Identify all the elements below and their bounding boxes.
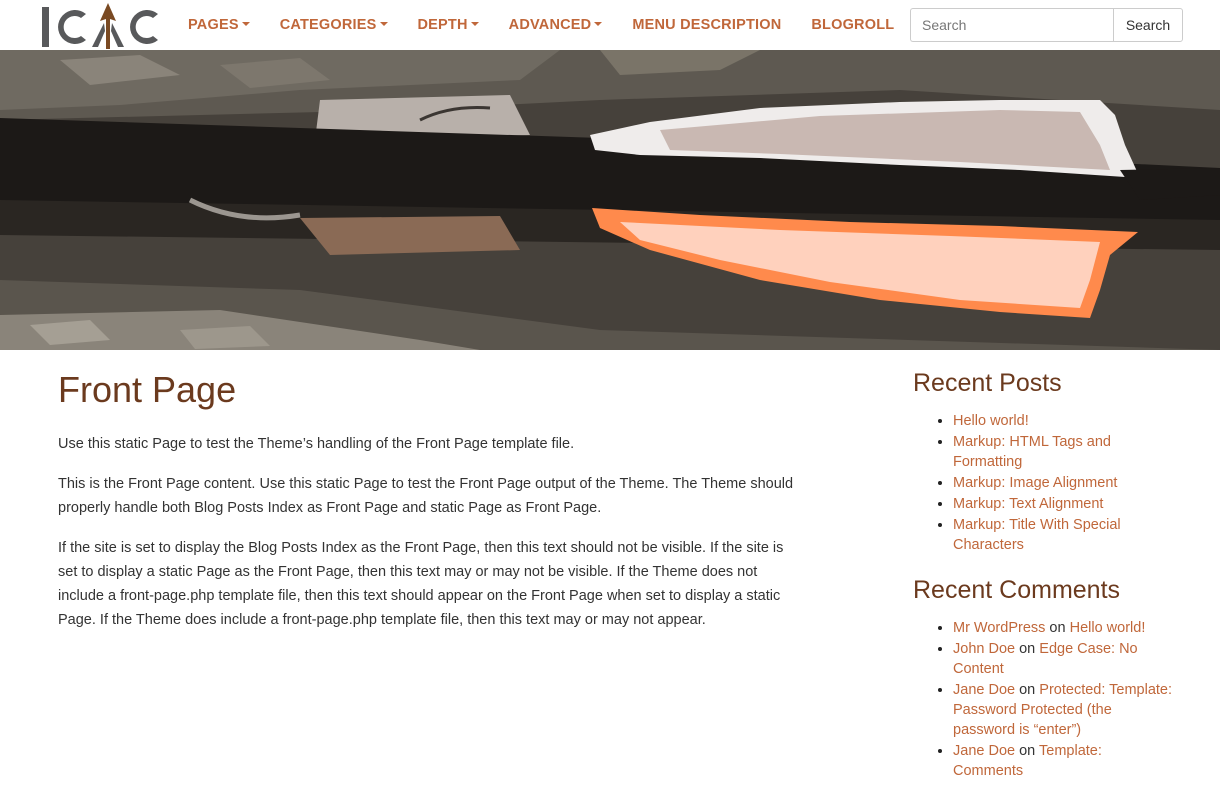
nav-item-pages[interactable]: PAGES	[188, 17, 250, 33]
nav-item-label: PAGES	[188, 17, 239, 33]
sidebar: Recent Posts Hello world! Markup: HTML T…	[913, 366, 1173, 799]
nav-item-menu-description[interactable]: MENU DESCRIPTION	[632, 17, 781, 33]
list-item: Mr WordPress on Hello world!	[953, 617, 1173, 638]
nav-item-label: DEPTH	[417, 17, 468, 33]
arrow-fletching-image	[0, 50, 1220, 350]
search-input[interactable]	[910, 8, 1113, 42]
nav-item-label: MENU DESCRIPTION	[632, 17, 782, 33]
list-item: John Doe on Edge Case: No Content	[953, 638, 1173, 679]
list-item: Markup: Title With Special Characters	[953, 514, 1173, 555]
list-item: Markup: Text Alignment	[953, 493, 1173, 514]
list-item: Jane Doe on Template: Comments	[953, 740, 1173, 781]
caret-down-icon	[594, 22, 603, 26]
nav-item-blogroll[interactable]: BLOGROLL	[811, 17, 894, 33]
logo-icon	[42, 3, 158, 49]
site-header: PAGES CATEGORIES DEPTH ADVANCED MENU DES…	[0, 0, 1220, 50]
recent-post-link[interactable]: Markup: Title With Special Characters	[953, 517, 1121, 553]
comment-author-link[interactable]: John Doe	[953, 641, 1015, 657]
comment-connector: on	[1019, 641, 1036, 657]
comment-connector: on	[1019, 682, 1036, 698]
nav-item-label: CATEGORIES	[279, 17, 377, 33]
list-item: Markup: HTML Tags and Formatting	[953, 431, 1173, 472]
recent-post-link[interactable]: Markup: HTML Tags and Formatting	[953, 434, 1111, 470]
caret-down-icon	[379, 22, 388, 26]
widget-title: Recent Comments	[913, 576, 1121, 604]
caret-down-icon	[241, 22, 250, 26]
comment-post-link[interactable]: Hello world!	[1070, 620, 1146, 636]
nav-item-categories[interactable]: CATEGORIES	[280, 17, 388, 33]
comment-author-link[interactable]: Jane Doe	[953, 682, 1015, 698]
main-nav: PAGES CATEGORIES DEPTH ADVANCED MENU DES…	[188, 0, 924, 50]
nav-item-depth[interactable]: DEPTH	[418, 17, 479, 33]
content-paragraph: If the site is set to display the Blog P…	[58, 540, 784, 628]
site-logo[interactable]	[42, 3, 160, 49]
content-paragraph: Use this static Page to test the Theme’s…	[58, 436, 575, 452]
recent-posts-widget: Recent Posts Hello world! Markup: HTML T…	[913, 366, 1173, 555]
caret-down-icon	[470, 22, 479, 26]
page-title: Front Page	[58, 369, 237, 410]
recent-post-link[interactable]: Markup: Text Alignment	[953, 496, 1103, 512]
recent-post-link[interactable]: Markup: Image Alignment	[953, 475, 1117, 491]
list-item: Markup: Image Alignment	[953, 472, 1173, 493]
comment-connector: on	[1019, 743, 1036, 759]
main-content: Front Page Use this static Page to test …	[58, 366, 798, 648]
content-paragraph: This is the Front Page content. Use this…	[58, 476, 794, 516]
recent-comments-widget: Recent Comments Mr WordPress on Hello wo…	[913, 573, 1173, 781]
nav-item-advanced[interactable]: ADVANCED	[509, 17, 603, 33]
list-item: Jane Doe on Protected: Template: Passwor…	[953, 679, 1173, 740]
recent-posts-list: Hello world! Markup: HTML Tags and Forma…	[913, 410, 1173, 555]
widget-title: Recent Posts	[913, 369, 1062, 397]
list-item: Hello world!	[953, 410, 1173, 431]
comment-author-link[interactable]: Mr WordPress	[953, 620, 1045, 636]
recent-post-link[interactable]: Hello world!	[953, 413, 1029, 429]
search-button[interactable]: Search	[1113, 8, 1183, 42]
header-image	[0, 50, 1220, 350]
nav-item-label: BLOGROLL	[811, 17, 895, 33]
nav-item-label: ADVANCED	[508, 17, 592, 33]
comment-author-link[interactable]: Jane Doe	[953, 743, 1015, 759]
recent-comments-list: Mr WordPress on Hello world! John Doe on…	[913, 617, 1173, 781]
comment-connector: on	[1049, 620, 1066, 636]
search-form: Search	[910, 8, 1183, 42]
